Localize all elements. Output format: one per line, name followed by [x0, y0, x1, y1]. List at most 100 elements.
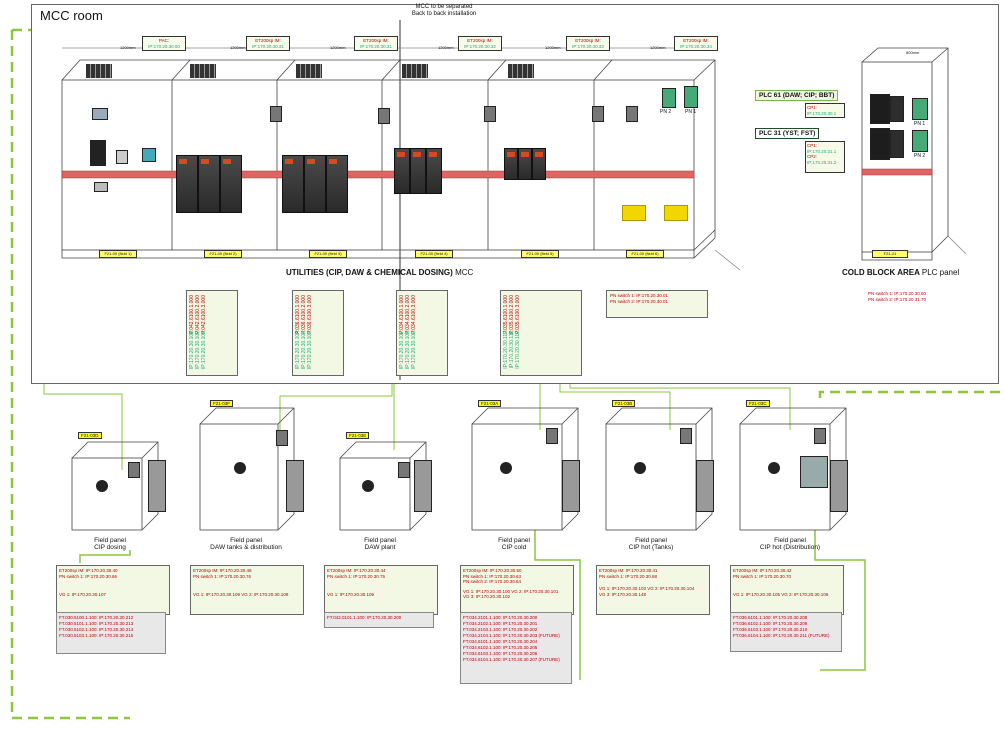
cold-dim: 800mm — [906, 50, 920, 55]
pn-switch-icon — [546, 428, 558, 444]
pn-switch-icon — [270, 106, 282, 122]
et-modules — [86, 64, 112, 78]
ft-list-cip-dosing: FT.030.5100.1.100: IP:170.20.30.212 FT.0… — [56, 612, 166, 654]
cold-caption-main: COLD BLOCK AREA — [842, 268, 920, 277]
field-panel-name-line1: Field panel — [774, 537, 806, 544]
info-line: VG 1: IP:170.20.30.105 VG 2: IP:170.20.3… — [733, 592, 829, 597]
vfd-icon — [518, 148, 532, 180]
dim-label: 1200mm — [120, 45, 136, 50]
field-panel-name: Field panel CIP hot (Distribution) — [740, 537, 840, 551]
et-box-ip: IP:170.20.30.00 — [148, 43, 180, 49]
info-line: VG 3: IP:170.20.30.148 — [599, 591, 647, 597]
et-box-2: ET200sp IM: IP:170.20.30.31 — [354, 36, 398, 51]
note-line-2: Back to back installation — [411, 11, 477, 17]
field-panel-name-line1: Field panel — [364, 537, 396, 544]
vfd-icon — [286, 460, 304, 512]
cp1-plc61: CP1: IP:170.20.30.1 — [805, 103, 845, 118]
cp-ip: IP:170.20.31.2 — [807, 159, 837, 165]
ft-line: FT.030.5103.1.100: IP:170.20.30.215 — [59, 633, 134, 638]
field-panel-name: Field panel DAW tanks & distribution — [196, 537, 296, 551]
field-panel-name-line2: CIP hot (Tanks) — [628, 544, 674, 551]
et-box-4: ET200sp IM: IP:170.20.30.33 — [566, 36, 610, 51]
panel-info-daw-plant: ET200sp IM: IP:170.20.30.44 PN switch 1:… — [324, 565, 438, 615]
et-modules — [402, 64, 428, 78]
info-line: VG 1: IP:170.20.30.109 VG 2: IP:170.20.3… — [193, 592, 289, 597]
vfd-icon — [426, 148, 442, 194]
vfd-icon — [696, 460, 714, 512]
panel-info-cip-dosing: ET200sp IM: IP:170.20.30.40 PN switch 1:… — [56, 565, 170, 615]
field-panel-name-line2: CIP cold — [501, 544, 527, 551]
pn-switch-icon — [398, 462, 410, 478]
field-panel-name-line2: CIP dosing — [94, 544, 126, 551]
vfd-icon — [282, 155, 304, 213]
ft-line: FT.034.6104.1.100: IP:170.20.30.207 (FUT… — [463, 657, 560, 662]
pn-switch-icon — [484, 106, 496, 122]
vfd-icon — [394, 148, 410, 194]
vfd-icon — [410, 148, 426, 194]
dim-label: 1200mm — [545, 45, 561, 50]
switch-cabinet-icon — [800, 456, 828, 488]
et-modules — [508, 64, 534, 78]
field-panel-name-line2: CIP hot (Distribution) — [759, 544, 821, 551]
isolator-icon — [96, 480, 108, 492]
meter-icon — [142, 148, 156, 162]
plc31-tag: PLC 31 (YST; FST) — [755, 128, 820, 139]
isolator-icon — [634, 462, 646, 474]
panel-tag: F21-03D — [78, 432, 102, 439]
ft-list-cip-cold: FT.034.2101.1.100: IP:170.20.30.200 FT.0… — [460, 612, 572, 684]
ft-list-daw-plant: FT.042.0101.1.100: IP:170.20.30.200 — [324, 612, 434, 628]
cp-plc31: CP1: IP:170.20.31.1 CP2: IP:170.20.31.2 — [805, 141, 845, 173]
field-panel-name-line1: Field panel — [230, 537, 262, 544]
installation-note: MCC to be separated Back to back install… — [404, 4, 484, 18]
et-modules — [296, 64, 322, 78]
vfd-ip-table-2: P.036.6100.1.000 P.036.6100.2.000 P.036.… — [292, 290, 344, 376]
dim-label: 1200mm — [330, 45, 346, 50]
vfd-icon — [562, 460, 580, 512]
panel-info-cip-cold: ET200sp IM: IP:170.20.30.50 PN switch 1:… — [460, 565, 574, 615]
cold-caption-suffix: PLC panel — [921, 268, 960, 277]
yellow-device-icon — [664, 205, 688, 221]
vfd-icon — [198, 155, 220, 213]
panel-tag: F21-03A — [478, 400, 502, 407]
pn-switch-icon — [680, 428, 692, 444]
field-panel-name: Field panel CIP dosing — [70, 537, 150, 551]
cold-pn-switches: PN switch 1: IP:170.20.30.60 PN switch 2… — [868, 291, 926, 303]
isolator-icon — [362, 480, 374, 492]
plc-icon — [890, 130, 904, 158]
vfd-ip: IP:170.20.30.106 — [307, 331, 313, 370]
cold-caption: COLD BLOCK AREA PLC panel — [842, 268, 959, 277]
vfd-icon — [504, 148, 518, 180]
cold-pn-label: PN 1 — [914, 121, 926, 127]
cabinet-label: F21-00 (field 5) — [521, 250, 559, 258]
vfd-icon — [220, 155, 242, 213]
plc-icon — [870, 94, 890, 124]
panel-tag: F21-03F — [210, 400, 234, 407]
pn-device-icon — [912, 98, 928, 120]
ft-list-cip-hot-dist: FT.036.6101.1.100: IP:170.20.30.208 FT.0… — [730, 612, 842, 652]
vfd-icon — [176, 155, 198, 213]
vfd-icon — [304, 155, 326, 213]
field-panel-name: Field panel CIP hot (Tanks) — [606, 537, 696, 551]
mcc-caption-main: UTILITIES (CIP, DAW & CHEMICAL DOSING) — [286, 268, 453, 277]
cabinet-label: F21-00 (field 4) — [415, 250, 453, 258]
vfd-icon — [414, 460, 432, 512]
info-line: VG 3: IP:170.20.30.102 — [463, 594, 511, 599]
cabinet-label: F21-00 (field 2) — [204, 250, 242, 258]
info-line: VG 1: IP:170.20.30.107 — [59, 592, 107, 597]
pn-switch-line: PN switch 2: IP:170.20.30.01 — [610, 298, 669, 304]
pn-label: PN 2 — [660, 109, 672, 115]
dim-label: 1200mm — [230, 45, 246, 50]
et-box-5: ET200sp IM: IP:170.20.30.34 — [674, 36, 718, 51]
ft-line: FT.042.0101.1.100: IP:170.20.30.200 — [327, 615, 402, 620]
pn-device-icon — [912, 130, 928, 152]
info-line: VG 1: IP:170.20.30.103 VG 2: IP:170.20.3… — [599, 586, 695, 591]
yellow-device-icon — [622, 205, 646, 221]
et-box-ip: IP:170.20.30.34 — [680, 43, 712, 49]
vfd-tag: P.036.6100.3.000 — [307, 295, 313, 334]
cold-pn-label: PN 2 — [914, 153, 926, 159]
pn-switch-icon — [592, 106, 604, 122]
panel-info-cip-hot-dist: ET200sp IM: IP:170.20.30.42 PN switch 1:… — [730, 565, 844, 615]
info-line: VG 1: IP:170.20.30.109 — [327, 592, 375, 597]
isolator-icon — [500, 462, 512, 474]
mcc-caption-suffix: MCC — [455, 268, 474, 277]
